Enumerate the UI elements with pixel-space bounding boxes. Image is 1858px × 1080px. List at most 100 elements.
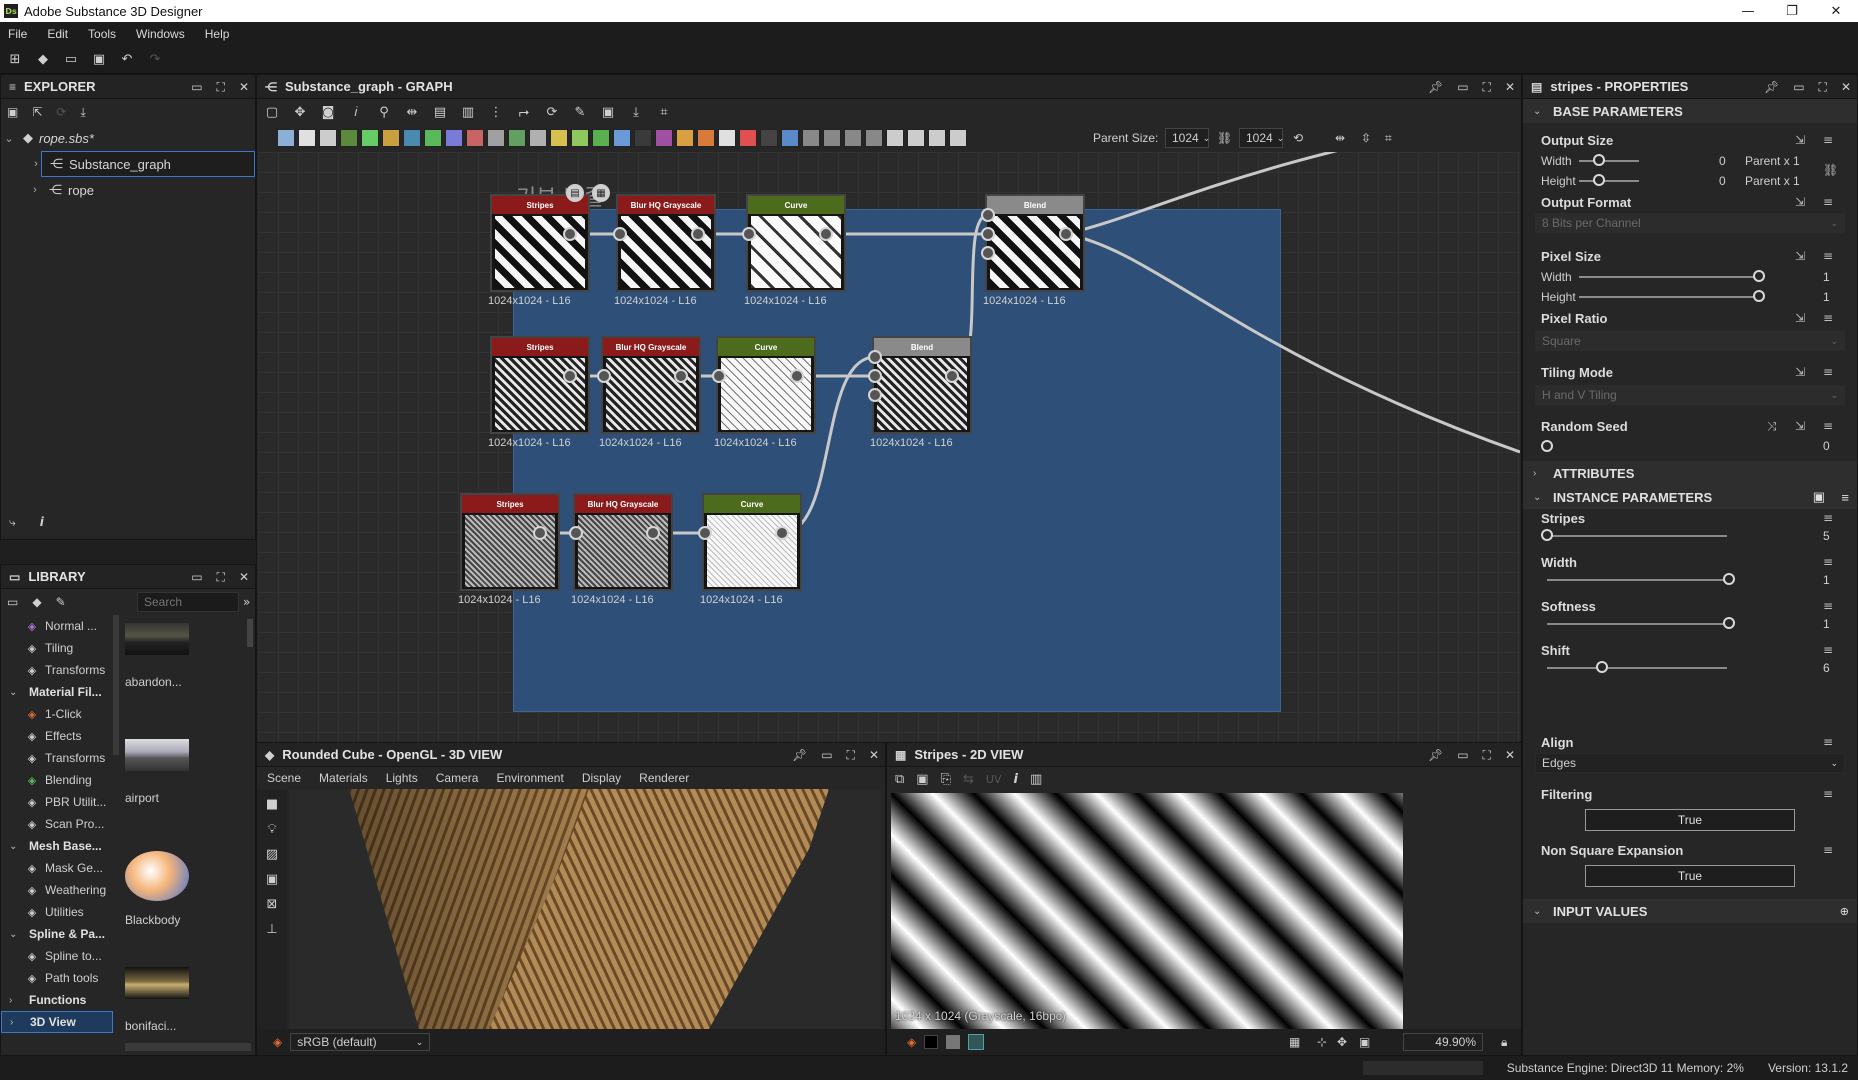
- lock-icon[interactable]: 🔒︎: [1501, 1035, 1507, 1050]
- library-hscrollbar[interactable]: [125, 1043, 251, 1051]
- 2d-viewport[interactable]: 1024 x 1024 (Grayscale, 16bpc): [887, 791, 1521, 1029]
- undo-icon[interactable]: ↶: [118, 51, 136, 69]
- library-item[interactable]: ◈ Weathering: [1, 879, 113, 901]
- checker-bg-icon[interactable]: [946, 1035, 961, 1049]
- library-item[interactable]: ◈ Effects: [1, 725, 113, 747]
- menu-edit[interactable]: Edit: [47, 27, 68, 41]
- restore-button[interactable]: ❐: [1770, 0, 1814, 22]
- library-item[interactable]: ◈ Path tools: [1, 967, 113, 989]
- param-menu-icon[interactable]: ≡: [1823, 365, 1833, 379]
- axis-icon[interactable]: ⊥: [266, 922, 277, 937]
- layers-icon[interactable]: ◈: [273, 1035, 282, 1049]
- package-row[interactable]: ⌄ ◆ rope.sbs*: [1, 125, 255, 151]
- node-port[interactable]: [698, 526, 712, 540]
- panel-close-icon[interactable]: ✕: [869, 748, 879, 762]
- add-package-icon[interactable]: ◆: [32, 595, 41, 609]
- publish-icon[interactable]: ▣: [599, 103, 617, 121]
- chevron-right-icon[interactable]: ›: [10, 1017, 24, 1028]
- panel-maximize-icon[interactable]: ⛶: [1483, 748, 1491, 763]
- hsl-node-icon[interactable]: [697, 129, 715, 147]
- tree-icon[interactable]: ⋮: [487, 103, 505, 121]
- graph-node-curve[interactable]: Curve: [702, 493, 802, 591]
- node-port[interactable]: [1059, 227, 1073, 241]
- shape-node-icon[interactable]: [634, 129, 652, 147]
- channel-node-icon[interactable]: [466, 129, 484, 147]
- dot-node-icon[interactable]: [949, 129, 967, 147]
- panel-close-icon[interactable]: ✕: [1505, 80, 1515, 94]
- height-node-icon[interactable]: [592, 129, 610, 147]
- environment-icon[interactable]: ▨: [266, 847, 278, 862]
- column-icon[interactable]: ▥: [459, 103, 477, 121]
- distance-node-icon[interactable]: [613, 129, 631, 147]
- emboss-node-icon[interactable]: [550, 129, 568, 147]
- chevron-right-icon[interactable]: ›: [28, 158, 44, 170]
- menu-file[interactable]: File: [8, 27, 27, 41]
- section-input-values[interactable]: ⌄ INPUT VALUES ⊕: [1523, 899, 1857, 923]
- comment-node-icon[interactable]: [886, 129, 904, 147]
- softness-slider-knob[interactable]: [1723, 617, 1735, 629]
- frame-comment-icon[interactable]: ▤: [566, 184, 584, 202]
- svg-node-icon[interactable]: [298, 129, 316, 147]
- output-width-slider[interactable]: [1579, 160, 1639, 162]
- output-height-value[interactable]: 0: [1719, 174, 1726, 188]
- pixel-width-slider[interactable]: [1579, 276, 1759, 278]
- library-category[interactable]: ⌄ Mesh Base...: [1, 835, 113, 857]
- grayscale-node-icon[interactable]: [718, 129, 736, 147]
- param-menu-icon[interactable]: ≡: [1823, 311, 1833, 325]
- library-category[interactable]: › 3D View: [1, 1011, 113, 1033]
- library-thumbnail[interactable]: airport: [125, 739, 245, 847]
- param-menu-icon[interactable]: ≡: [1823, 249, 1833, 263]
- connect-icon[interactable]: ⮣: [515, 103, 533, 121]
- param-menu-icon[interactable]: ≡: [1823, 643, 1833, 657]
- fx-map-node-icon[interactable]: [319, 129, 337, 147]
- histogram-icon[interactable]: ▥: [1030, 772, 1042, 787]
- random-seed-knob[interactable]: [1541, 440, 1553, 452]
- gradient-map-node-icon[interactable]: [676, 129, 694, 147]
- uniform-color-node-icon[interactable]: [361, 129, 379, 147]
- output-format-dropdown[interactable]: 8 Bits per Channel ⌄: [1535, 213, 1845, 233]
- tools-icon[interactable]: ✎: [571, 103, 589, 121]
- copy-icon[interactable]: ⎘: [941, 772, 951, 787]
- align-dropdown[interactable]: Edges ⌄: [1535, 753, 1845, 773]
- pixel-height-knob[interactable]: [1753, 290, 1765, 302]
- pin-icon[interactable]: 📌︎: [1764, 80, 1779, 94]
- tab-lights[interactable]: Lights: [386, 771, 418, 785]
- library-item[interactable]: ◈ Normal ...: [1, 615, 113, 637]
- zoom-field[interactable]: 49.90%: [1403, 1033, 1483, 1051]
- align-icon[interactable]: ⇹: [1335, 131, 1345, 145]
- pin-icon[interactable]: 📌︎: [1428, 748, 1443, 762]
- screenshot-icon[interactable]: ◙: [319, 103, 337, 121]
- pin-node-icon[interactable]: [928, 129, 946, 147]
- pan-icon[interactable]: ✥: [291, 103, 309, 121]
- node-port[interactable]: [775, 526, 789, 540]
- color-mode-icon[interactable]: [968, 1034, 985, 1050]
- close-window-button[interactable]: ✕: [1814, 0, 1858, 22]
- grid-icon[interactable]: ▦: [1289, 1035, 1300, 1049]
- node-port[interactable]: [868, 350, 882, 364]
- tree-item-substance-graph[interactable]: › ⋲ Substance_graph: [34, 151, 255, 177]
- node-port[interactable]: [945, 369, 959, 383]
- library-item[interactable]: ◈ PBR Utilit...: [1, 791, 113, 813]
- panel-close-icon[interactable]: ✕: [239, 80, 249, 94]
- output-width-value[interactable]: 0: [1719, 154, 1726, 168]
- new-graph-icon[interactable]: ⊞: [6, 51, 24, 69]
- inheritance-icon[interactable]: ⇲: [1795, 365, 1805, 379]
- align-icon[interactable]: ⇹: [403, 103, 421, 121]
- param-menu-icon[interactable]: ≡: [1823, 511, 1833, 525]
- camera-icon[interactable]: ■: [266, 797, 278, 812]
- refresh-icon[interactable]: ⟳: [56, 105, 66, 119]
- library-scrollbar[interactable]: [113, 615, 119, 755]
- tab-materials[interactable]: Materials: [319, 771, 368, 785]
- stripes-slider[interactable]: [1547, 535, 1727, 537]
- panel-float-icon[interactable]: ▭: [191, 80, 202, 94]
- shift-slider-knob[interactable]: [1595, 661, 1608, 673]
- panel-maximize-icon[interactable]: ⛶: [1819, 80, 1827, 95]
- refresh-icon[interactable]: ⟳: [543, 103, 561, 121]
- blur-node-icon[interactable]: [445, 129, 463, 147]
- layout-icon[interactable]: ▤: [431, 103, 449, 121]
- warp-node-icon[interactable]: [424, 129, 442, 147]
- stripes-slider-knob[interactable]: [1541, 529, 1553, 541]
- node-port[interactable]: [868, 369, 882, 383]
- random-seed-value[interactable]: 0: [1823, 439, 1830, 453]
- bitmap-node-icon[interactable]: [277, 129, 295, 147]
